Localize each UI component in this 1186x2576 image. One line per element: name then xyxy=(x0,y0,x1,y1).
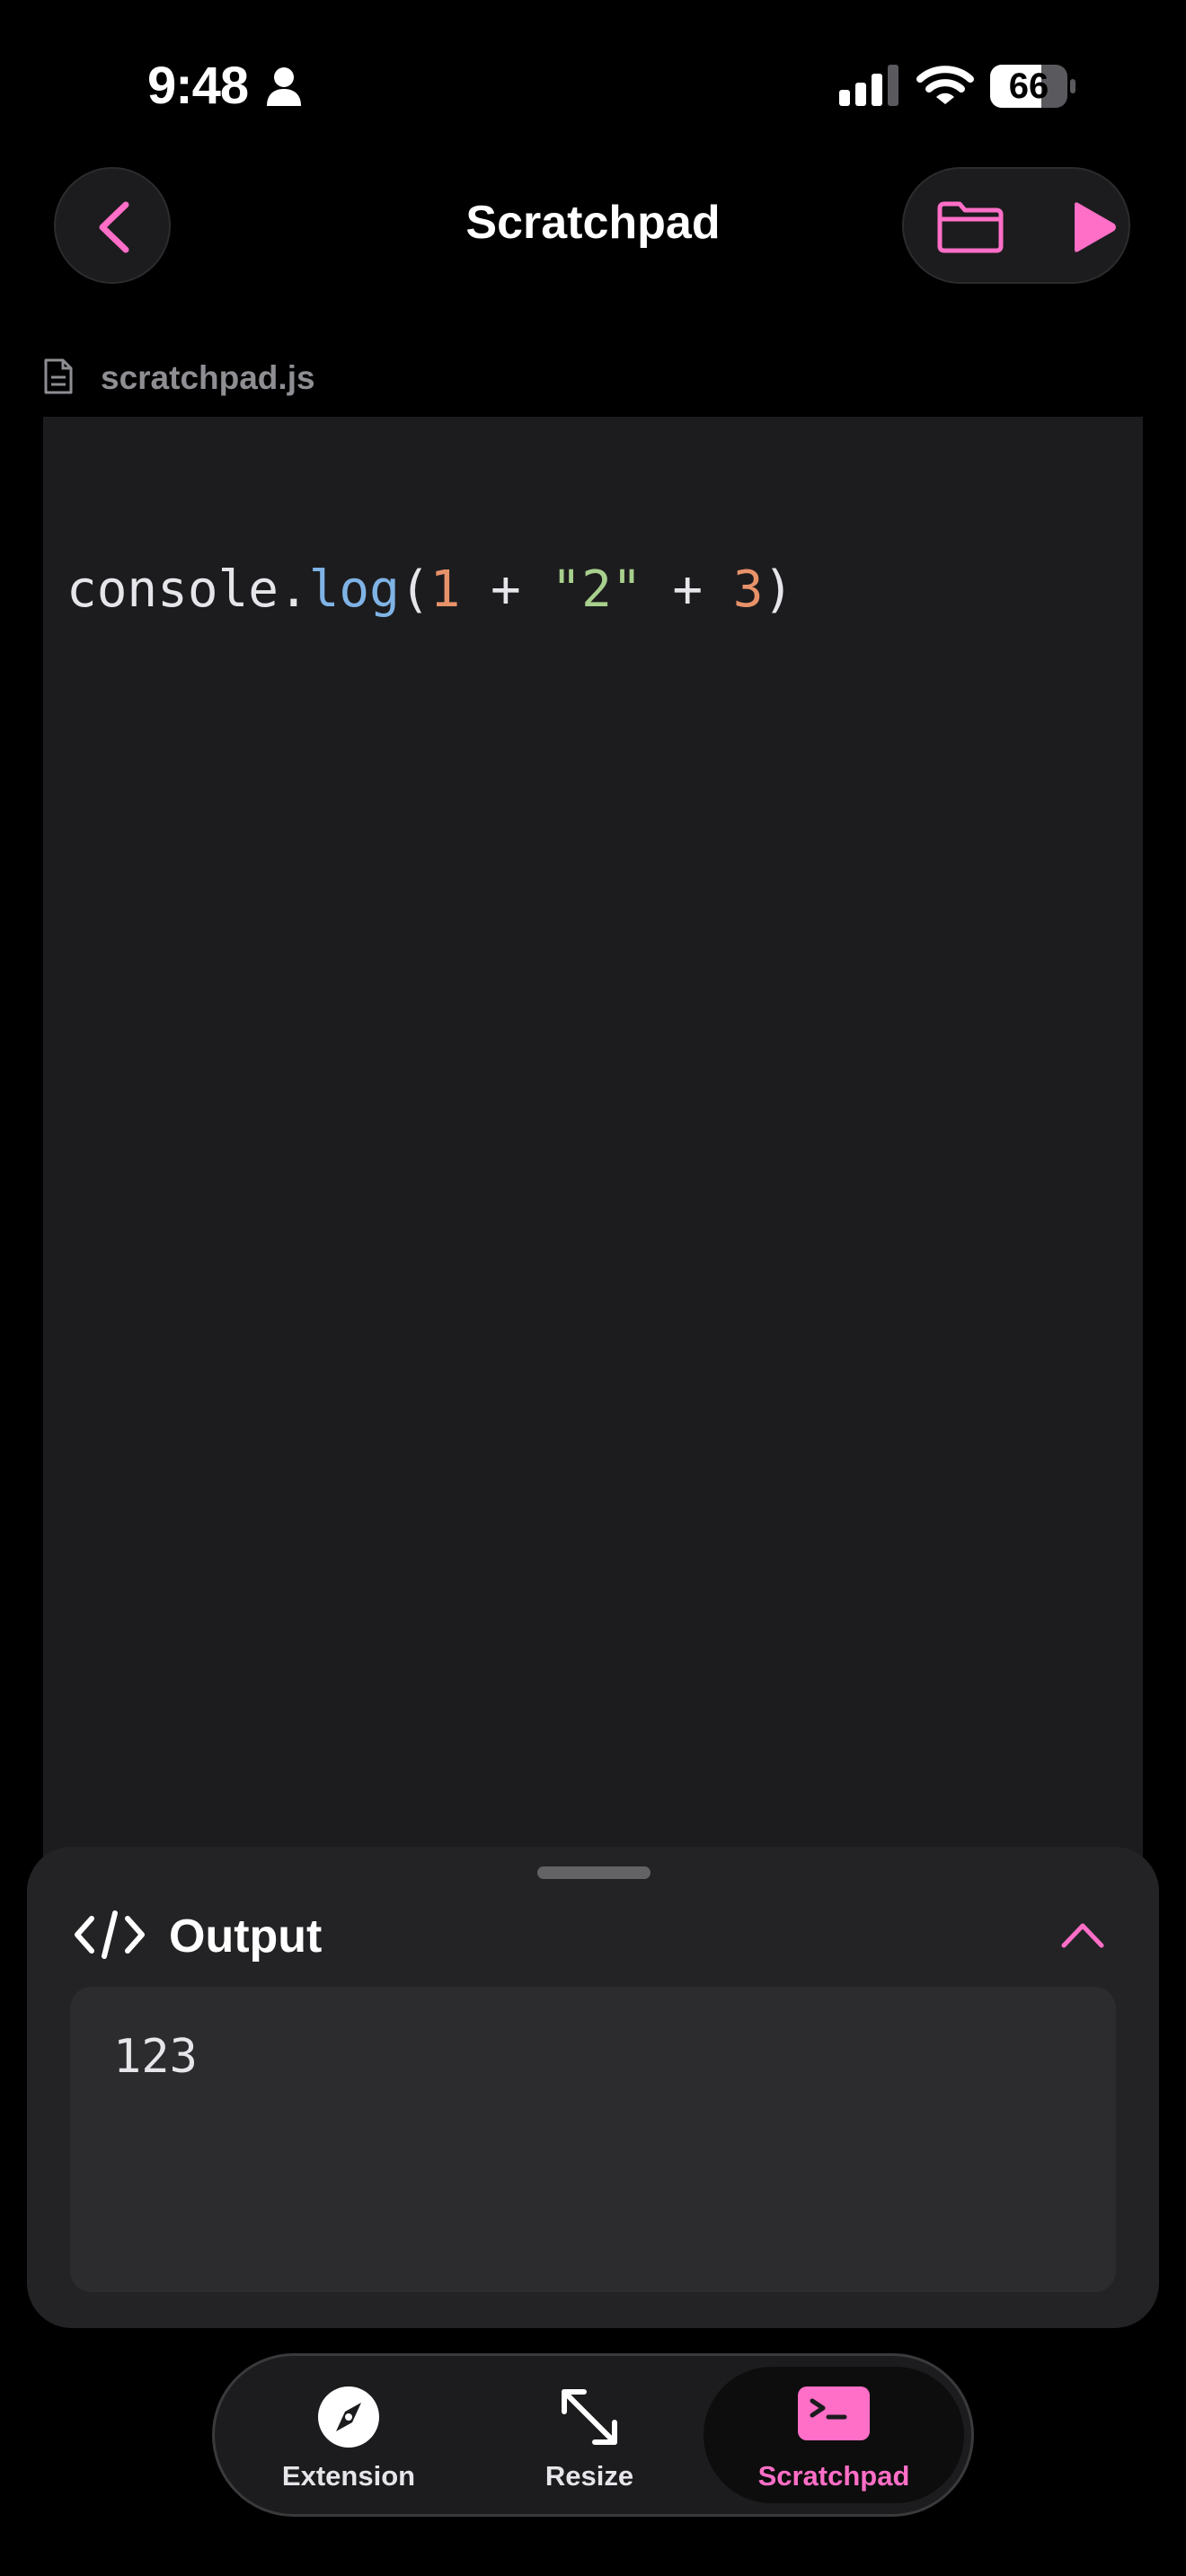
file-name: scratchpad.js xyxy=(101,359,315,396)
drag-handle[interactable] xyxy=(537,1866,651,1879)
code-token-object: console. xyxy=(66,560,309,619)
terminal-icon xyxy=(798,2386,870,2440)
tab-label: Resize xyxy=(544,2460,634,2492)
play-icon[interactable] xyxy=(1066,199,1120,255)
tab-label: Extension xyxy=(281,2460,416,2492)
code-token-operator: + xyxy=(460,560,552,619)
page-title: Scratchpad xyxy=(465,197,721,249)
output-title: Output xyxy=(169,1910,323,1963)
battery-indicator: 66 xyxy=(990,65,1076,108)
wifi-icon xyxy=(916,66,974,104)
code-token-operator: + xyxy=(642,560,733,619)
output-console: 123 xyxy=(70,1987,1116,2292)
resize-arrows-icon xyxy=(562,2389,617,2445)
output-result: 123 xyxy=(113,2030,198,2084)
code-line[interactable]: console.log(1 + "2" + 3) xyxy=(66,560,793,619)
tab-scratchpad[interactable]: Scratchpad xyxy=(704,2367,964,2503)
document-icon xyxy=(44,358,73,394)
back-button[interactable] xyxy=(54,167,171,284)
code-token-number: 3 xyxy=(732,560,764,619)
chevron-left-icon xyxy=(99,201,129,253)
code-brackets-icon xyxy=(75,1910,145,1959)
folder-icon[interactable] xyxy=(934,199,1006,255)
code-token-paren-close: ) xyxy=(763,560,794,619)
code-token-function: log xyxy=(308,560,400,619)
header-actions xyxy=(902,167,1130,284)
battery-level: 66 xyxy=(1008,66,1049,106)
output-panel: Output 123 xyxy=(27,1847,1159,2328)
cellular-signal-icon xyxy=(839,65,898,106)
compass-icon xyxy=(318,2386,379,2448)
person-icon xyxy=(267,67,301,106)
tab-bar: Extension Resize Scratchpad xyxy=(212,2353,974,2517)
tab-label: Scratchpad xyxy=(757,2460,910,2492)
tab-extension[interactable]: Extension xyxy=(222,2367,475,2503)
code-token-paren-open: ( xyxy=(399,560,430,619)
status-time: 9:48 xyxy=(147,57,249,115)
code-token-number: 1 xyxy=(429,560,461,619)
code-token-string: "2" xyxy=(551,560,642,619)
chevron-up-icon[interactable] xyxy=(1060,1919,1105,1951)
code-editor[interactable]: console.log(1 + "2" + 3) xyxy=(43,417,1143,1872)
tab-resize[interactable]: Resize xyxy=(463,2367,716,2503)
